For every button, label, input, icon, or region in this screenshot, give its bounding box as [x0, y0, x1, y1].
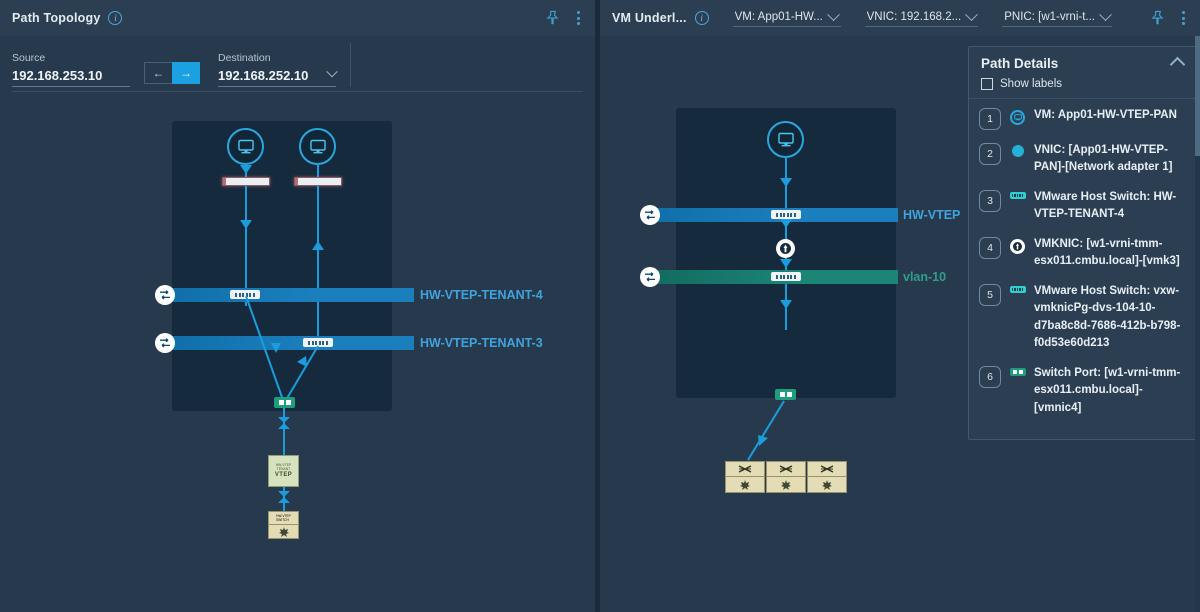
direction-forward-button[interactable]: → [172, 62, 200, 84]
info-icon[interactable]: i [108, 11, 123, 25]
switch-glyph-row-top [767, 462, 805, 477]
direction-reverse-button[interactable]: ← [144, 62, 172, 84]
vm-selector-label: VM: App01-HW... [734, 11, 823, 23]
switch-caption-row: HW-VTEP SWITCH [269, 512, 298, 525]
nic-to-vtep-link [283, 408, 285, 456]
path-details-title: Path Details [981, 56, 1059, 71]
bowtie-icon [779, 465, 793, 473]
step-number: 1 [979, 108, 1001, 130]
vnic-selector-label: VNIC: 192.168.2... [866, 11, 962, 23]
list-item[interactable]: 6 Switch Port: [w1-vrni-tmm-esx011.cmbu.… [979, 365, 1185, 417]
list-item[interactable]: 2 VNIC: [App01-HW-VTEP-PAN]-[Network ada… [979, 142, 1185, 177]
left-panel: Path Topology i Source 192.168.253.10 ← … [0, 0, 595, 612]
left-header-actions [545, 9, 583, 27]
source-destination-toolbar: Source 192.168.253.10 ← → Destination 19… [12, 36, 583, 92]
step-text: VM: App01-HW-VTEP-PAN [1034, 109, 1177, 121]
physical-switch-2[interactable] [766, 461, 806, 493]
chevron-down-icon[interactable] [965, 7, 979, 21]
show-labels-checkbox[interactable] [981, 78, 993, 90]
router-icon [822, 479, 832, 490]
switch-glyph-row-top [726, 462, 764, 477]
switch-glyph-row-bottom [767, 477, 805, 492]
right-header-actions [1150, 9, 1188, 27]
source-field[interactable]: Source 192.168.253.10 [12, 52, 130, 87]
destination-label: Destination [218, 52, 271, 64]
link-marker-2 [278, 491, 290, 503]
step-text: VNIC: [App01-HW-VTEP-PAN]-[Network adapt… [1034, 144, 1173, 174]
pnic-pair-node[interactable] [274, 397, 295, 408]
show-labels-toggle[interactable]: Show labels [981, 78, 1183, 90]
switch-glyph-row-bottom [808, 477, 846, 492]
router-icon [740, 479, 750, 490]
vnic-icon [1009, 145, 1026, 157]
step-text: VMware Host Switch: vxw-vmknicPg-dvs-104… [1034, 284, 1181, 350]
destination-value-text: 192.168.252.10 [218, 68, 309, 83]
right-panel-header: VM Underl... i VM: App01-HW... VNIC: 192… [600, 0, 1200, 36]
list-item[interactable]: 1 VM: App01-HW-VTEP-PAN [979, 107, 1185, 130]
hw-switch-node-box[interactable]: HW-VTEP SWITCH [268, 511, 299, 539]
vm-selector[interactable]: VM: App01-HW... [732, 7, 841, 27]
left-panel-header: Path Topology i [0, 0, 595, 36]
vm-icon [1009, 110, 1026, 125]
chevron-down-icon[interactable] [1099, 7, 1112, 21]
chevron-down-icon[interactable] [826, 7, 840, 21]
chevron-down-icon[interactable] [326, 65, 338, 77]
switch-port-icon [1009, 367, 1026, 376]
step-number: 6 [979, 365, 1001, 388]
physical-switch-1[interactable] [725, 461, 765, 493]
toolbar-divider [350, 43, 351, 87]
vnic-selector[interactable]: VNIC: 192.168.2... [864, 7, 979, 27]
host-switch-icon [1009, 285, 1026, 293]
vertical-scrollbar[interactable] [1195, 36, 1200, 612]
bowtie-icon [820, 465, 834, 473]
list-item[interactable]: 3 VMware Host Switch: HW-VTEP-TENANT-4 [979, 189, 1185, 224]
scrollbar-thumb[interactable] [1195, 36, 1200, 156]
pnic-selector-label: PNIC: [w1-vrni-t... [1004, 11, 1095, 23]
bowtie-icon [738, 465, 752, 473]
switch-glyph-row-top [808, 462, 846, 477]
destination-value: 192.168.252.10 [218, 65, 338, 87]
source-value: 192.168.253.10 [12, 68, 130, 87]
direction-toggle[interactable]: ← → [144, 62, 200, 84]
pnic-selector[interactable]: PNIC: [w1-vrni-t... [1002, 7, 1112, 27]
pin-icon[interactable] [545, 10, 560, 26]
step-number: 2 [979, 143, 1001, 165]
path-details-header: Path Details Show labels [969, 47, 1195, 99]
path-details-steps: 1 VM: App01-HW-VTEP-PAN 2 VNIC: [App01-H… [969, 99, 1195, 439]
path-topology-app: Path Topology i Source 192.168.253.10 ← … [0, 0, 1200, 612]
link-marker-1 [278, 417, 290, 429]
step-text: Switch Port: [w1-vrni-tmm-esx011.cmbu.lo… [1034, 366, 1181, 414]
step-number: 5 [979, 283, 1001, 306]
switch-caption: HW-VTEP SWITCH [276, 514, 291, 522]
physical-switch-3[interactable] [807, 461, 847, 493]
kebab-menu-icon[interactable] [1179, 9, 1188, 27]
destination-field[interactable]: Destination 192.168.252.10 [218, 52, 338, 87]
path-details-panel: Path Details Show labels 1 VM: App01-HW-… [968, 46, 1196, 441]
pin-icon[interactable] [1150, 10, 1165, 26]
step-number: 4 [979, 236, 1001, 259]
source-label: Source [12, 52, 46, 64]
kebab-menu-icon[interactable] [574, 9, 583, 27]
router-icon [278, 526, 289, 537]
page-title: Path Topology [12, 11, 101, 25]
step-number: 3 [979, 189, 1001, 212]
vmknic-icon [1009, 238, 1026, 254]
show-labels-label: Show labels [1000, 78, 1063, 90]
switch-glyph-row-bottom [726, 477, 764, 492]
host-switch-icon [1009, 191, 1026, 199]
right-page-title: VM Underl... [612, 11, 687, 25]
step-text: VMware Host Switch: HW-VTEP-TENANT-4 [1034, 190, 1177, 221]
left-diagram-canvas[interactable]: HW-VTEP-TENANT-4 HW-VTEP-TENANT-3 HW-VTE… [0, 100, 595, 612]
step-text: VMKNIC: [w1-vrni-tmm-esx011.cmbu.local]-… [1034, 237, 1180, 268]
router-icon [781, 479, 791, 490]
vtep-caption: HW-VTEP TENANT [275, 463, 292, 471]
right-panel: VM Underl... i VM: App01-HW... VNIC: 192… [600, 0, 1200, 612]
switch-glyph-row [269, 525, 298, 538]
list-item[interactable]: 5 VMware Host Switch: vxw-vmknicPg-dvs-1… [979, 283, 1185, 353]
vtep-name: VTEP [274, 471, 293, 478]
list-item[interactable]: 4 VMKNIC: [w1-vrni-tmm-esx011.cmbu.local… [979, 236, 1185, 271]
vtep-node-box[interactable]: HW-VTEP TENANT VTEP [268, 455, 299, 487]
info-icon[interactable]: i [694, 11, 709, 25]
